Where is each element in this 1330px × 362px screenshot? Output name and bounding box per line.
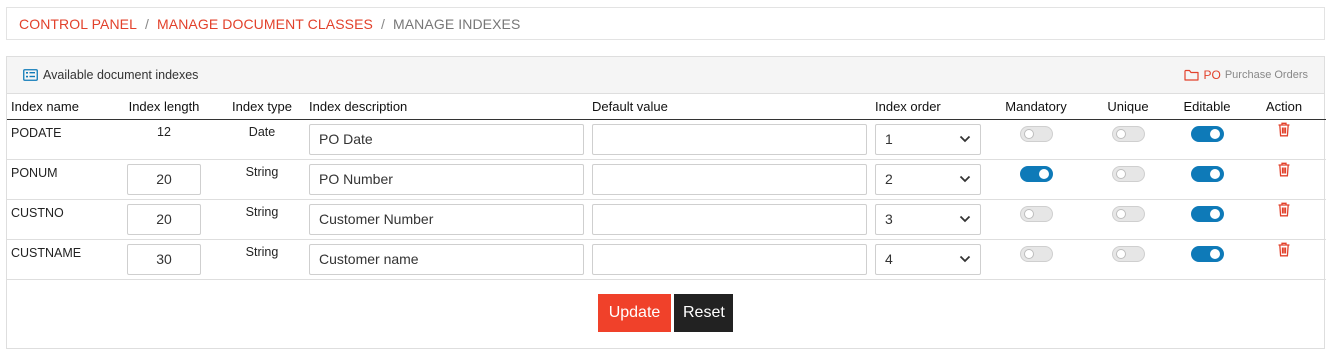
default-value-input[interactable] xyxy=(592,203,867,235)
index-name-cell: PONUM xyxy=(7,159,109,200)
index-length-input[interactable] xyxy=(127,243,201,275)
editable-toggle[interactable] xyxy=(1190,205,1224,222)
default-value-input[interactable] xyxy=(592,243,867,275)
document-class-label: PO Purchase Orders xyxy=(1183,68,1308,82)
index-order-select[interactable]: 4 xyxy=(875,243,981,275)
index-type-cell: Date xyxy=(219,119,305,160)
index-name-cell: PODATE xyxy=(7,119,109,160)
table-header-row: Index name Index length Index type Index… xyxy=(7,94,1326,120)
unique-toggle[interactable] xyxy=(1111,165,1145,182)
toggle-knob xyxy=(1115,168,1126,179)
toggle-knob xyxy=(1115,248,1126,259)
index-description-input[interactable] xyxy=(309,203,584,235)
chevron-down-icon xyxy=(959,175,971,183)
list-card-icon xyxy=(23,69,38,81)
breadcrumb: CONTROL PANEL / MANAGE DOCUMENT CLASSES … xyxy=(6,7,1325,40)
toggle-knob xyxy=(1023,248,1034,259)
breadcrumb-separator: / xyxy=(380,15,385,32)
index-order-value: 2 xyxy=(885,171,893,187)
delete-index-button[interactable] xyxy=(1277,162,1291,180)
update-button[interactable]: Update xyxy=(598,293,671,332)
index-description-input[interactable] xyxy=(309,163,584,195)
table-row: PODATE12Date 1 xyxy=(7,119,1326,160)
index-order-value: 3 xyxy=(885,211,893,227)
index-length-input[interactable] xyxy=(127,163,201,195)
toggle-knob xyxy=(1023,128,1034,139)
index-description-input[interactable] xyxy=(309,123,584,155)
chevron-down-icon xyxy=(959,255,971,263)
table-body: PODATE12Date1PONUMString2CUSTNOString3CU… xyxy=(7,119,1326,280)
editable-toggle[interactable] xyxy=(1190,125,1224,142)
table-row: PONUM String 2 xyxy=(7,159,1326,200)
document-class-code: PO xyxy=(1203,68,1221,82)
header-default-value: Default value xyxy=(588,94,871,120)
reset-button[interactable]: Reset xyxy=(674,293,733,332)
trash-icon xyxy=(1277,202,1291,220)
index-order-value: 1 xyxy=(885,131,893,147)
toggle-knob xyxy=(1115,208,1126,219)
unique-toggle[interactable] xyxy=(1111,205,1145,222)
editable-toggle[interactable] xyxy=(1190,165,1224,182)
unique-toggle[interactable] xyxy=(1111,245,1145,262)
index-order-select[interactable]: 3 xyxy=(875,203,981,235)
panel-header: Available document indexes PO Purchase O… xyxy=(7,57,1324,94)
folder-icon xyxy=(1183,69,1199,81)
header-editable: Editable xyxy=(1172,94,1242,120)
index-name-cell: CUSTNO xyxy=(7,199,109,240)
index-length-input[interactable] xyxy=(127,203,201,235)
panel-title: Available document indexes xyxy=(23,68,198,82)
breadcrumb-separator: / xyxy=(145,15,149,32)
header-action: Action xyxy=(1242,94,1326,120)
header-index-length: Index length xyxy=(109,94,219,120)
index-length-cell: 12 xyxy=(109,119,219,160)
toggle-knob xyxy=(1209,248,1220,259)
panel-title-text: Available document indexes xyxy=(43,68,199,82)
default-value-input[interactable] xyxy=(592,163,867,195)
indexes-panel: Available document indexes PO Purchase O… xyxy=(6,56,1326,349)
mandatory-toggle[interactable] xyxy=(1019,165,1053,182)
indexes-table: Index name Index length Index type Index… xyxy=(7,94,1326,280)
delete-index-button[interactable] xyxy=(1277,242,1291,260)
toggle-knob xyxy=(1209,128,1220,139)
default-value-input[interactable] xyxy=(592,123,867,155)
header-mandatory: Mandatory xyxy=(988,94,1084,120)
chevron-down-icon xyxy=(959,215,971,223)
index-order-value: 4 xyxy=(885,251,893,267)
index-order-select[interactable]: 1 xyxy=(875,123,981,155)
mandatory-toggle[interactable] xyxy=(1019,125,1053,142)
index-type-cell: String xyxy=(219,199,305,240)
header-unique: Unique xyxy=(1084,94,1172,120)
header-index-name: Index name xyxy=(7,94,109,120)
table-row: CUSTNO String 3 xyxy=(7,199,1326,240)
index-order-select[interactable]: 2 xyxy=(875,163,981,195)
breadcrumb-control-panel[interactable]: CONTROL PANEL xyxy=(19,16,137,32)
delete-index-button[interactable] xyxy=(1277,122,1291,140)
index-type-cell: String xyxy=(219,239,305,280)
header-index-type: Index type xyxy=(219,94,305,120)
toggle-knob xyxy=(1209,168,1220,179)
index-description-input[interactable] xyxy=(309,243,584,275)
chevron-down-icon xyxy=(959,135,971,143)
header-index-description: Index description xyxy=(305,94,588,120)
trash-icon xyxy=(1277,162,1291,180)
toggle-knob xyxy=(1209,208,1220,219)
breadcrumb-manage-indexes: MANAGE INDEXES xyxy=(392,15,521,32)
toggle-knob xyxy=(1023,208,1034,219)
trash-icon xyxy=(1277,122,1291,140)
header-index-order: Index order xyxy=(871,94,988,120)
mandatory-toggle[interactable] xyxy=(1019,205,1053,222)
index-name-cell: CUSTNAME xyxy=(7,239,109,280)
table-row: CUSTNAME String 4 xyxy=(7,239,1326,280)
toggle-knob xyxy=(1115,128,1126,139)
unique-toggle[interactable] xyxy=(1111,125,1145,142)
document-class-name: Purchase Orders xyxy=(1224,69,1308,81)
index-type-cell: String xyxy=(219,159,305,200)
editable-toggle[interactable] xyxy=(1190,245,1224,262)
delete-index-button[interactable] xyxy=(1277,202,1291,220)
breadcrumb-manage-document-classes[interactable]: MANAGE DOCUMENT CLASSES xyxy=(157,16,373,32)
toggle-knob xyxy=(1038,168,1049,179)
trash-icon xyxy=(1277,242,1291,260)
mandatory-toggle[interactable] xyxy=(1019,245,1053,262)
form-actions: Update Reset xyxy=(7,293,1324,332)
